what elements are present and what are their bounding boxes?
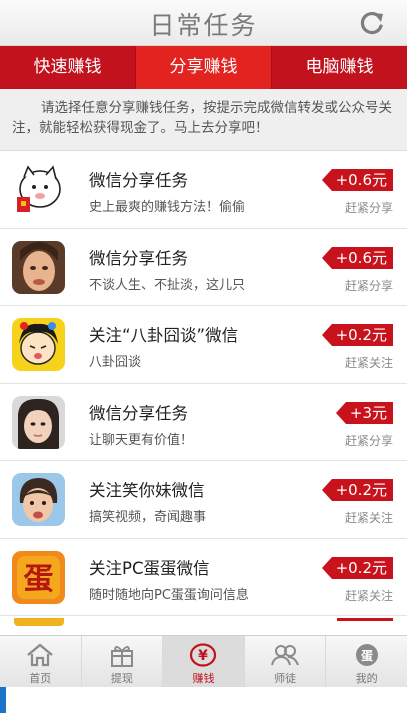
woman-face-icon: [12, 240, 65, 294]
funny-kid-icon: [12, 473, 65, 526]
task-title: 关注PC蛋蛋微信: [89, 558, 210, 578]
home-icon: [27, 643, 54, 667]
tab-pc-earn[interactable]: 电脑赚钱: [271, 46, 407, 89]
instructions-text: 请选择任意分享赚钱任务，按提示完成微信转发或公众号关注，就能轻松获得现金了。马上…: [12, 100, 392, 136]
tabbar-label: 提现: [110, 672, 133, 685]
task-subtitle: 随时随地向PC蛋蛋询问信息: [89, 587, 249, 603]
task-action-link[interactable]: 赶紧关注: [345, 509, 393, 526]
task-item[interactable]: 关注笑你妹微信 搞笑视频，奇闻趣事 +0.2元 赶紧关注: [0, 461, 407, 539]
tab-quick-earn[interactable]: 快速赚钱: [0, 46, 136, 89]
task-subtitle: 让聊天更有价值！: [89, 432, 194, 448]
task-thumbnail: [12, 395, 65, 449]
tabbar-label: 赚钱: [192, 672, 215, 685]
tabbar-label: 我的: [355, 672, 378, 685]
tabbar-home[interactable]: 首页: [0, 636, 82, 687]
tab-bar: 快速赚钱 分享赚钱 电脑赚钱: [0, 46, 407, 89]
task-subtitle: 八卦囧谈: [89, 355, 142, 370]
task-action-link[interactable]: 赶紧关注: [345, 587, 393, 604]
svg-text:蛋: 蛋: [24, 562, 54, 597]
pc-egg-logo-icon: 蛋: [12, 550, 65, 604]
gift-icon: [110, 646, 133, 667]
reward-badge: +0.2元: [321, 556, 393, 579]
egg-profile-icon: 蛋: [355, 644, 378, 666]
tabbar-profile[interactable]: 蛋 我的: [326, 636, 407, 687]
task-item[interactable]: 微信分享任务 不谈人生、不扯淡，这儿只 +0.6元 赶紧分享: [0, 228, 407, 306]
task-subtitle: 搞笑视频，奇闻趣事: [89, 510, 207, 525]
yen-icon: ¥: [190, 643, 217, 667]
task-action-link[interactable]: 赶紧分享: [345, 277, 393, 294]
task-action-link[interactable]: 赶紧关注: [345, 354, 393, 371]
people-icon: [271, 645, 300, 666]
reward-badge: +0.6元: [321, 169, 393, 191]
svg-text:蛋: 蛋: [361, 649, 373, 663]
next-item-peek: [0, 618, 407, 636]
task-subtitle: 史上最爽的赚钱方法！偷偷: [89, 200, 246, 215]
page-title: 日常任务: [149, 11, 258, 40]
tabbar-label: 师徒: [274, 672, 297, 685]
tabbar-withdraw[interactable]: 提现: [82, 636, 164, 687]
task-thumbnail: [12, 163, 65, 216]
refresh-icon[interactable]: [359, 10, 385, 36]
girl-photo-icon: [12, 395, 65, 449]
svg-text:¥: ¥: [199, 648, 209, 664]
tabbar-mentor[interactable]: 师徒: [245, 636, 327, 687]
reward-badge: +0.6元: [321, 246, 393, 269]
task-item[interactable]: 关注“八卦囧谈”微信 八卦囧谈 +0.2元 赶紧关注: [0, 306, 407, 384]
task-item[interactable]: 微信分享任务 史上最爽的赚钱方法！偷偷 +0.6元 赶紧分享: [0, 151, 407, 229]
cartoon-cat-icon: [12, 163, 65, 216]
bottom-tab-bar: 首页 提现 ¥ 赚钱 师徒 蛋 我的: [0, 635, 407, 687]
task-title: 关注笑你妹微信: [89, 481, 205, 500]
task-item[interactable]: 蛋 关注PC蛋蛋微信 随时随地向PC蛋蛋询问信息 +0.2元 赶紧关注: [0, 538, 407, 616]
task-title: 微信分享任务: [89, 248, 188, 268]
tab-share-earn[interactable]: 分享赚钱: [136, 46, 271, 89]
task-title: 微信分享任务: [89, 403, 188, 423]
next-thumb-edge: [14, 618, 64, 626]
task-action-link[interactable]: 赶紧分享: [345, 199, 393, 216]
bottom-strip: [0, 687, 407, 713]
next-reward-edge: [337, 618, 393, 621]
task-title: 关注“八卦囧谈”微信: [89, 326, 239, 345]
tabbar-earn[interactable]: ¥ 赚钱: [163, 636, 245, 687]
task-action-link[interactable]: 赶紧分享: [345, 432, 393, 449]
cartoon-girl-icon: [12, 318, 65, 371]
task-thumbnail: 蛋: [12, 550, 65, 604]
task-thumbnail: [12, 318, 65, 371]
task-title: 微信分享任务: [89, 171, 188, 190]
tabbar-label: 首页: [29, 672, 52, 685]
reward-badge: +3元: [335, 401, 393, 424]
edge-accent: [0, 687, 6, 713]
reward-badge: +0.2元: [321, 479, 393, 501]
reward-badge: +0.2元: [321, 324, 393, 346]
task-thumbnail: [12, 473, 65, 526]
task-subtitle: 不谈人生、不扯淡，这儿只: [89, 277, 246, 293]
task-list: 微信分享任务 史上最爽的赚钱方法！偷偷 +0.6元 赶紧分享 微信分享任务 不谈…: [0, 151, 407, 635]
task-item[interactable]: 微信分享任务 让聊天更有价值！ +3元 赶紧分享: [0, 383, 407, 461]
instructions-notice: 请选择任意分享赚钱任务，按提示完成微信转发或公众号关注，就能轻松获得现金了。马上…: [0, 89, 407, 151]
task-thumbnail: [12, 240, 65, 294]
header-bar: 日常任务: [0, 0, 407, 46]
